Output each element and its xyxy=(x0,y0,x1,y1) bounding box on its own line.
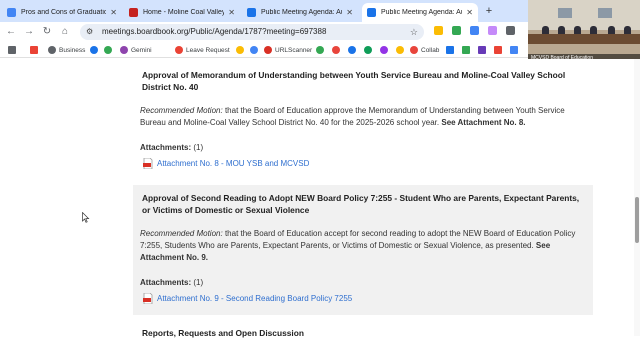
bookmark-label: Collab xyxy=(421,46,440,54)
address-bar[interactable]: ⚙ meetings.boardbook.org/Public/Agenda/1… xyxy=(80,24,424,40)
attachments-label: Attachments: xyxy=(140,278,192,287)
bookmark-icon[interactable] xyxy=(236,45,247,55)
bookmark-star-icon[interactable]: ☆ xyxy=(410,24,418,40)
pdf-file-icon xyxy=(143,293,153,304)
extension-icon[interactable] xyxy=(488,26,497,35)
agenda-item-reports: Reports, Requests and Open Discussion xyxy=(133,321,593,338)
bookmarks-bar: Business Gemini Leave Request URLScanner… xyxy=(0,42,528,58)
docs-favicon-icon xyxy=(7,8,16,17)
boardbook-favicon-icon xyxy=(367,8,376,17)
agenda-item-title: Reports, Requests and Open Discussion xyxy=(142,328,304,338)
video-screen xyxy=(598,8,612,18)
mouse-cursor-icon xyxy=(82,212,90,223)
bookmark-icon[interactable] xyxy=(332,45,343,55)
home-icon[interactable]: ⌂ xyxy=(58,24,72,40)
bookmark-icon[interactable] xyxy=(250,45,261,55)
gemini-icon xyxy=(120,46,128,54)
bookmark-icon[interactable] xyxy=(348,45,359,55)
close-tab-icon[interactable]: ✕ xyxy=(110,8,117,17)
bookmark-icon[interactable] xyxy=(478,45,489,55)
bookmark-icon[interactable] xyxy=(494,45,505,55)
browser-tab[interactable]: Pros and Cons of Graduation ✕ xyxy=(2,3,122,22)
bookmark-icon[interactable] xyxy=(446,45,457,55)
agenda-page: Approval of Memorandum of Understanding … xyxy=(0,59,640,338)
browser-tab[interactable]: Public Meeting Agenda: Augus ✕ xyxy=(242,3,358,22)
attachments-heading: Attachments: (1) xyxy=(140,143,203,153)
tab-title: Home - Moline Coal Valley Scho xyxy=(143,9,225,16)
tab-strip: Pros and Cons of Graduation ✕ Home - Mol… xyxy=(0,0,528,22)
attachment-reference: See Attachment No. 8. xyxy=(441,118,526,127)
bookmark-collab[interactable]: Collab xyxy=(410,45,439,55)
close-tab-icon[interactable]: ✕ xyxy=(228,8,235,17)
video-table xyxy=(528,34,640,44)
bookmark-icon[interactable] xyxy=(364,45,375,55)
extension-icon[interactable] xyxy=(470,26,479,35)
bookmark-icon[interactable] xyxy=(462,45,473,55)
browser-tab-active[interactable]: Public Meeting Agenda: Augus ✕ xyxy=(362,3,478,22)
gmail-icon[interactable] xyxy=(30,45,41,55)
bookmark-icon[interactable] xyxy=(316,45,327,55)
motion-label: Recommended Motion: xyxy=(140,229,223,238)
close-tab-icon[interactable]: ✕ xyxy=(346,8,353,17)
attachments-count: (1) xyxy=(191,143,204,152)
boardbook-favicon-icon xyxy=(247,8,256,17)
scrollbar-thumb[interactable] xyxy=(635,197,639,243)
tab-title: Public Meeting Agenda: Augus xyxy=(261,9,342,16)
agenda-item-mou: Approval of Memorandum of Understanding … xyxy=(133,59,593,181)
bookmark-label: Gemini xyxy=(131,46,152,54)
meeting-video-thumbnail[interactable]: MCVSD Board of Education xyxy=(528,0,640,62)
school-favicon-icon xyxy=(129,8,138,17)
new-tab-button[interactable]: + xyxy=(482,3,496,19)
apps-grid-icon[interactable] xyxy=(8,45,19,55)
leave-request-icon xyxy=(175,46,183,54)
recommended-motion: Recommended Motion: that the Board of Ed… xyxy=(140,105,585,129)
bookmark-icon[interactable] xyxy=(104,45,115,55)
reload-icon[interactable]: ↻ xyxy=(40,24,54,40)
video-screen xyxy=(558,8,572,18)
bookmark-urlscanner[interactable]: URLScanner xyxy=(264,45,312,55)
browser-tab[interactable]: Home - Moline Coal Valley Scho ✕ xyxy=(124,3,240,22)
agenda-item-title: Approval of Memorandum of Understanding … xyxy=(142,70,566,92)
extensions-puzzle-icon[interactable] xyxy=(506,26,515,35)
site-info-icon[interactable]: ⚙ xyxy=(86,27,96,37)
recommended-motion: Recommended Motion: that the Board of Ed… xyxy=(140,228,585,264)
attachment-link-text[interactable]: Attachment No. 8 - MOU YSB and MCVSD xyxy=(157,159,309,168)
urlscanner-icon xyxy=(264,46,272,54)
address-toolbar: ← → ↻ ⌂ ⚙ meetings.boardbook.org/Public/… xyxy=(0,22,528,42)
attachments-count: (1) xyxy=(191,278,204,287)
agenda-item-title: Approval of Second Reading to Adopt NEW … xyxy=(142,193,580,215)
url-text[interactable]: meetings.boardbook.org/Public/Agenda/178… xyxy=(102,24,326,40)
motion-label: Recommended Motion: xyxy=(140,106,223,115)
attachment-link-text[interactable]: Attachment No. 9 - Second Reading Board … xyxy=(157,294,352,303)
pdf-file-icon xyxy=(143,158,153,169)
extension-icon[interactable] xyxy=(434,26,443,35)
bookmark-label: URLScanner xyxy=(275,46,313,54)
bookmark-icon[interactable] xyxy=(396,45,407,55)
back-arrow-icon[interactable]: ← xyxy=(4,24,18,40)
attachments-label: Attachments: xyxy=(140,143,192,152)
bookmark-icon[interactable] xyxy=(380,45,391,55)
bookmark-label: Leave Request xyxy=(186,46,230,54)
scrollbar-track[interactable] xyxy=(634,59,640,336)
extension-icon[interactable] xyxy=(452,26,461,35)
close-tab-icon[interactable]: ✕ xyxy=(466,8,473,17)
agenda-item-policy-7255: Approval of Second Reading to Adopt NEW … xyxy=(133,185,593,315)
bookmark-gemini[interactable]: Gemini xyxy=(120,45,152,55)
tab-title: Pros and Cons of Graduation xyxy=(21,9,107,16)
bookmark-business[interactable]: Business xyxy=(48,45,85,55)
attachment-link[interactable]: Attachment No. 9 - Second Reading Board … xyxy=(143,293,352,304)
bookmark-leave-request[interactable]: Leave Request xyxy=(175,45,230,55)
forward-arrow-icon[interactable]: → xyxy=(22,24,36,40)
collab-icon xyxy=(410,46,418,54)
bookmark-icon[interactable] xyxy=(90,45,101,55)
bookmark-label: Business xyxy=(59,46,86,54)
attachment-link[interactable]: Attachment No. 8 - MOU YSB and MCVSD xyxy=(143,158,309,169)
bookmark-icon[interactable] xyxy=(510,45,521,55)
business-globe-icon xyxy=(48,46,56,54)
attachments-heading: Attachments: (1) xyxy=(140,278,203,288)
tab-title: Public Meeting Agenda: Augus xyxy=(381,9,462,16)
